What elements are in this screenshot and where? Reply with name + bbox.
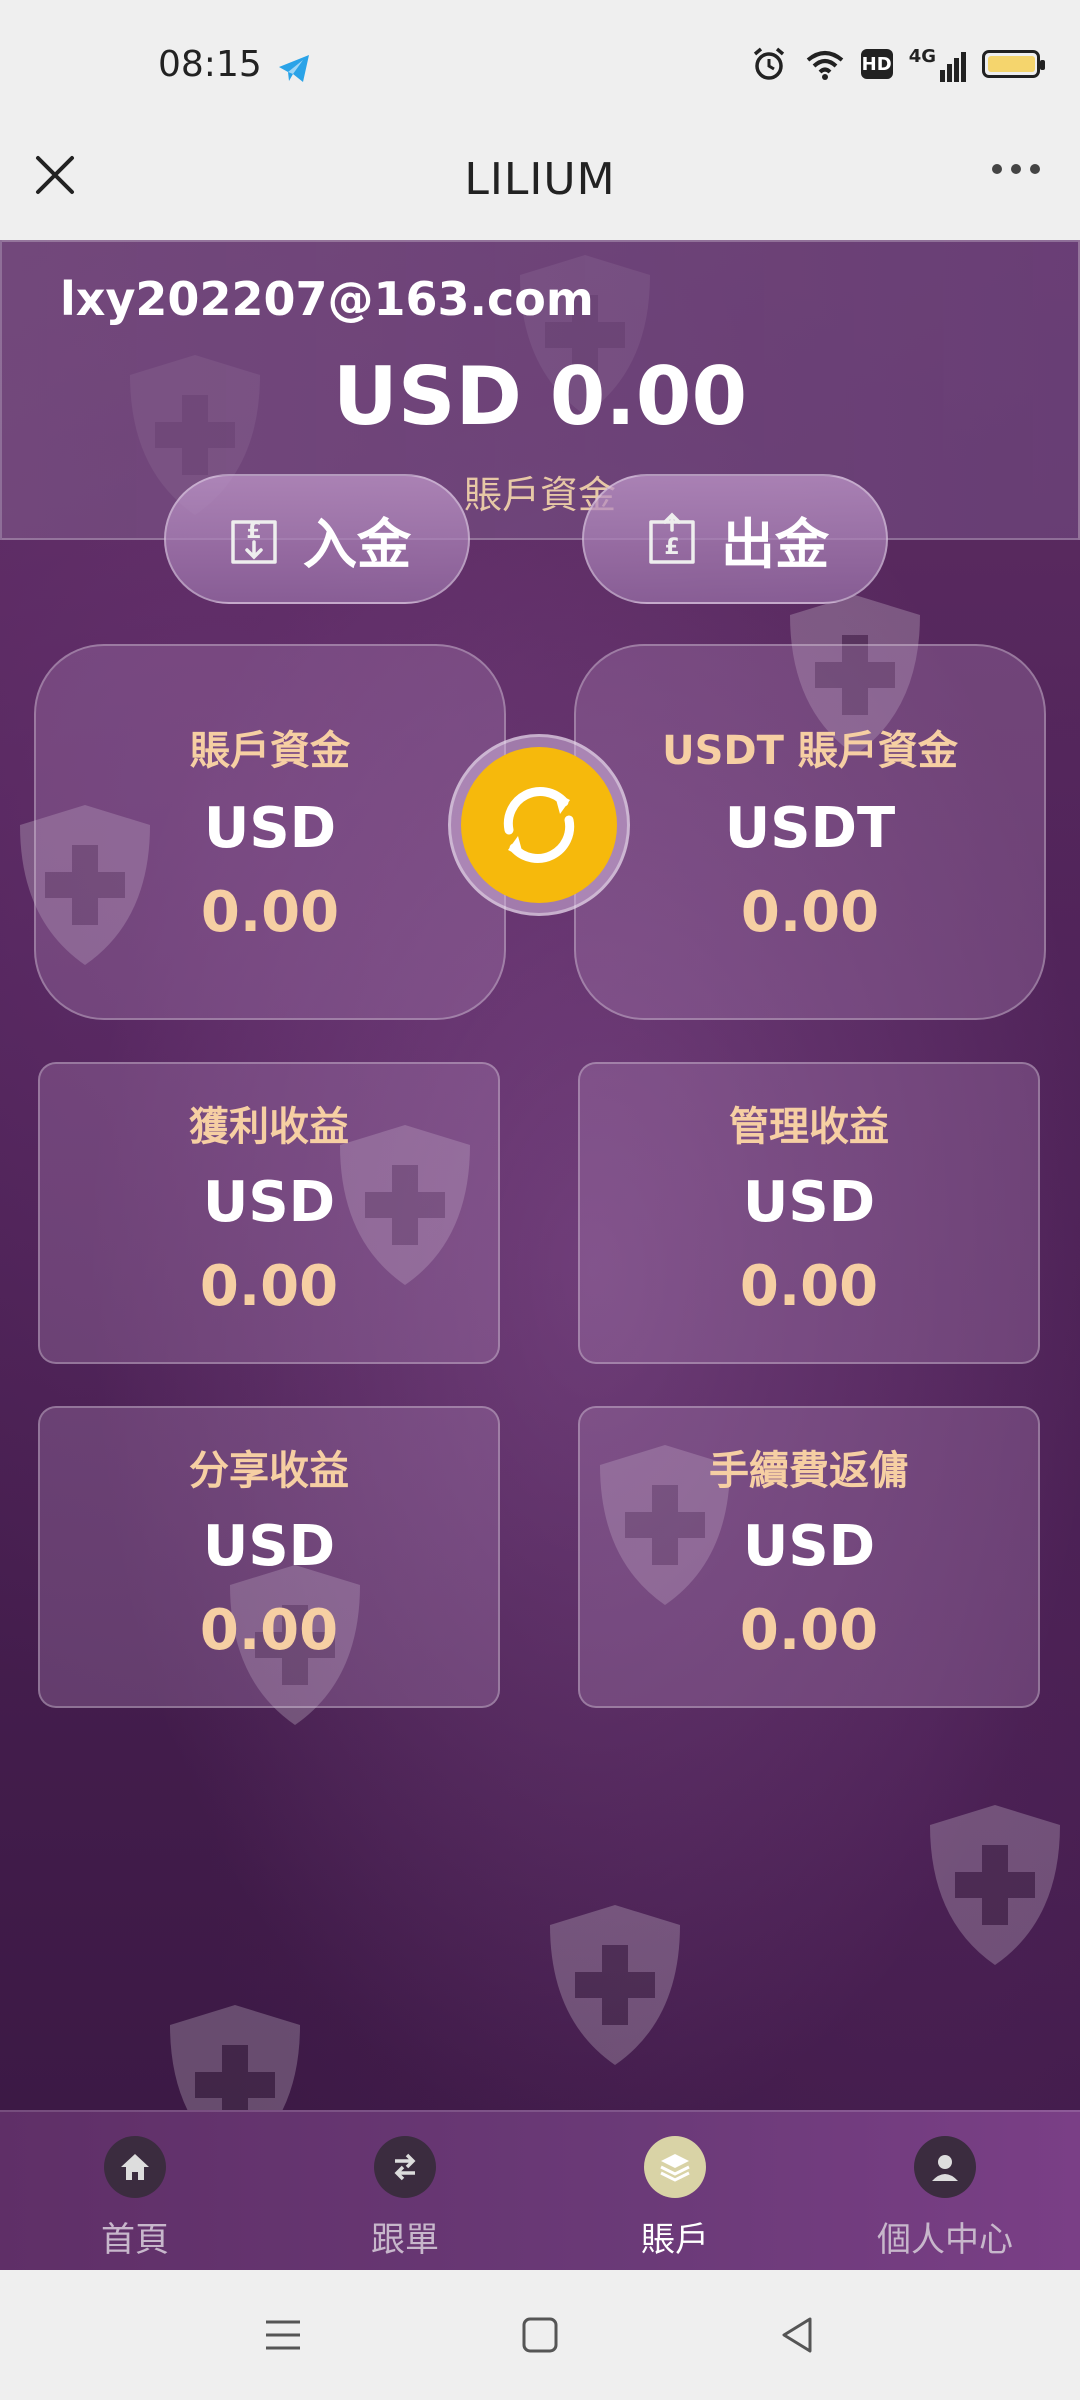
account-funds-card[interactable]: 賬戶資金 USD 0.00: [34, 644, 506, 1020]
network-type: 4G: [908, 46, 936, 67]
card-value: 0.00: [200, 880, 340, 945]
app-header: LILIUM: [0, 130, 1080, 240]
home-square-icon[interactable]: [515, 2310, 565, 2360]
card-currency: USD: [202, 1170, 336, 1235]
signal-icon: 4G: [909, 46, 966, 82]
card-currency: USD: [742, 1514, 876, 1579]
nav-label: 個人中心: [877, 2220, 1013, 2260]
nav-item-home[interactable]: 首頁: [0, 2112, 270, 2272]
home-icon: [104, 2136, 166, 2198]
watermark-shield-icon: [930, 1805, 1060, 1965]
user-icon: [914, 2136, 976, 2198]
back-icon[interactable]: [772, 2310, 822, 2360]
card-title: 手續費返傭: [709, 1448, 909, 1494]
bottom-nav: 首頁 跟單 賬戶 個人中心: [0, 2110, 1080, 2272]
status-icons: HD 4G: [749, 44, 1045, 84]
menu-icon[interactable]: [258, 2310, 308, 2360]
card-title: 管理收益: [729, 1104, 889, 1150]
account-summary-card: lxy202207@163.com USD 0.00 賬戶資金: [0, 240, 1080, 540]
svg-text:£: £: [664, 535, 679, 560]
account-page: lxy202207@163.com USD 0.00 賬戶資金 £ 入金 £ 出…: [0, 240, 1080, 2110]
deposit-label: 入金: [303, 512, 411, 576]
card-title: 分享收益: [189, 1448, 349, 1494]
account-balance-label: 賬戶資金: [463, 473, 616, 517]
fee-rebate-card[interactable]: 手續費返傭 USD 0.00: [578, 1406, 1040, 1708]
nav-label: 首頁: [101, 2220, 169, 2260]
nav-label: 賬戶: [641, 2220, 709, 2260]
nav-item-copy-trade[interactable]: 跟單: [270, 2112, 540, 2272]
profit-income-card[interactable]: 獲利收益 USD 0.00: [38, 1062, 500, 1364]
card-value: 0.00: [199, 1254, 339, 1319]
withdraw-label: 出金: [721, 512, 829, 576]
hd-icon: HD: [860, 49, 893, 79]
card-currency: USD: [742, 1170, 876, 1235]
card-value: 0.00: [739, 1254, 879, 1319]
swap-button[interactable]: [448, 734, 630, 916]
nav-item-account[interactable]: 賬戶: [540, 2112, 810, 2272]
withdraw-button[interactable]: £ 出金: [582, 474, 888, 604]
management-income-card[interactable]: 管理收益 USD 0.00: [578, 1062, 1040, 1364]
more-icon[interactable]: [992, 164, 1040, 174]
card-title: 賬戶資金: [190, 728, 350, 774]
system-nav-bar: [0, 2270, 1080, 2400]
wifi-icon: [806, 51, 843, 80]
card-value: 0.00: [740, 880, 880, 945]
account-email: lxy202207@163.com: [60, 272, 594, 326]
card-value: 0.00: [199, 1598, 339, 1663]
card-currency: USDT: [724, 796, 896, 861]
card-title: USDT 賬戶資金: [662, 728, 958, 774]
usdt-funds-card[interactable]: USDT 賬戶資金 USDT 0.00: [574, 644, 1046, 1020]
layers-icon: [644, 2136, 706, 2198]
battery-fill: [988, 56, 1035, 72]
swap-icon: [374, 2136, 436, 2198]
withdraw-icon: £: [649, 512, 695, 564]
battery-icon: [982, 50, 1045, 78]
status-time: 08:15: [158, 44, 262, 85]
alarm-icon: [753, 47, 784, 80]
refresh-icon: [461, 747, 617, 903]
deposit-button[interactable]: £ 入金: [164, 474, 470, 604]
nav-item-profile[interactable]: 個人中心: [810, 2112, 1080, 2272]
telegram-icon: [279, 55, 309, 82]
status-bar: 08:15 HD 4G: [0, 0, 1080, 130]
watermark-shield-icon: [550, 1905, 680, 2065]
card-currency: USD: [203, 796, 337, 861]
watermark-shield-icon: [170, 2005, 300, 2110]
card-value: 0.00: [739, 1598, 879, 1663]
card-currency: USD: [202, 1514, 336, 1579]
deposit-icon: £: [231, 519, 277, 564]
page-title: LILIUM: [464, 154, 616, 205]
nav-label: 跟單: [371, 2220, 439, 2260]
account-balance: USD 0.00: [332, 350, 748, 443]
card-title: 獲利收益: [189, 1104, 349, 1150]
share-income-card[interactable]: 分享收益 USD 0.00: [38, 1406, 500, 1708]
